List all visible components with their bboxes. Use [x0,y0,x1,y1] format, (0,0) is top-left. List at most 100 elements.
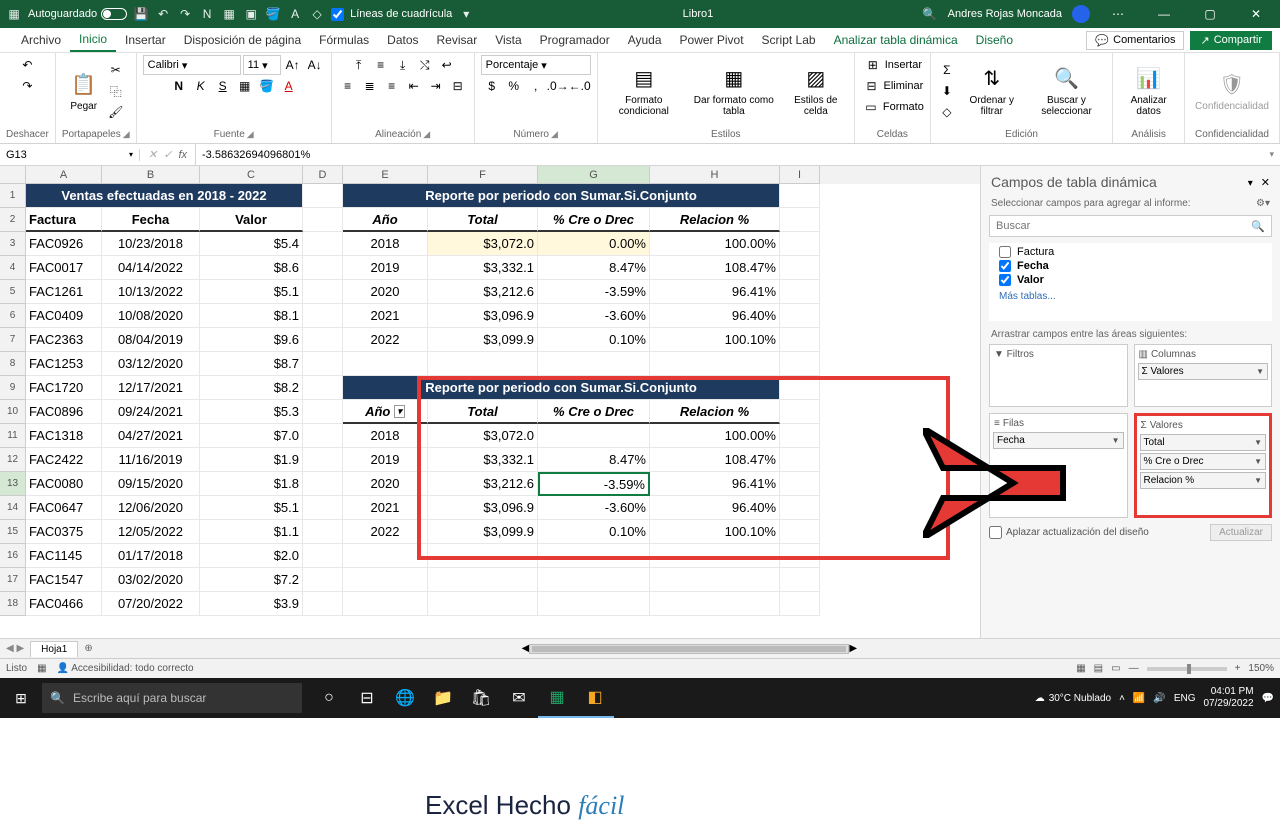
cell[interactable]: $2.0 [200,544,303,568]
delete-label[interactable]: Eliminar [884,80,924,92]
align-bottom-icon[interactable]: ⤓ [393,55,413,75]
volume-icon[interactable]: 🔊 [1153,693,1165,704]
tab-inicio[interactable]: Inicio [70,28,116,52]
cell[interactable] [650,568,780,592]
orientation-icon[interactable]: ⤭ [415,55,435,75]
cell[interactable]: $3,099.9 [428,328,538,352]
insert-label[interactable]: Insertar [885,59,922,71]
tab-revisar[interactable]: Revisar [428,29,487,51]
cell[interactable] [303,376,343,400]
launcher-icon[interactable]: ◢ [123,129,130,140]
cell[interactable]: $3,332.1 [428,448,538,472]
cell[interactable] [780,352,820,376]
cell-styles-button[interactable]: ▨Estilos de celda [784,63,848,119]
cell[interactable]: FAC2363 [26,328,102,352]
cell[interactable] [780,208,820,232]
cell[interactable]: % Cre o Drec [538,400,650,424]
format-painter-icon[interactable]: 🖌 [106,102,126,122]
cell[interactable]: Reporte por periodo con Sumar.Si.Conjunt… [343,184,780,208]
cell[interactable]: $3,072.0 [428,424,538,448]
percent-icon[interactable]: % [504,76,524,96]
avatar[interactable] [1072,5,1090,23]
cell[interactable]: 12/17/2021 [102,376,200,400]
row-header[interactable]: 1 [0,184,26,208]
cell[interactable]: FAC0466 [26,592,102,616]
cell[interactable] [303,328,343,352]
row-header[interactable]: 17 [0,568,26,592]
columns-area[interactable]: ▥ Columnas Σ Valores▼ [1134,344,1273,407]
field-checkbox[interactable] [999,260,1011,272]
cell[interactable]: $3,072.0 [428,232,538,256]
cell[interactable] [303,424,343,448]
cell[interactable]: 100.10% [650,520,780,544]
cell[interactable]: -3.60% [538,304,650,328]
cell[interactable]: 10/08/2020 [102,304,200,328]
cell[interactable]: 07/20/2022 [102,592,200,616]
cell[interactable] [780,232,820,256]
row-header[interactable]: 13 [0,472,26,496]
cell[interactable] [303,208,343,232]
shrink-font-icon[interactable]: A↓ [305,55,325,75]
cell[interactable]: 09/15/2020 [102,472,200,496]
cell[interactable] [650,544,780,568]
paste-button[interactable]: 📋Pegar [66,69,102,114]
cell[interactable] [303,304,343,328]
cell[interactable]: Ventas efectuadas en 2018 - 2022 [26,184,303,208]
cell[interactable] [303,184,343,208]
col-header[interactable]: G [538,166,650,184]
formula-input[interactable]: -3.58632694096801% [196,149,1263,161]
cell[interactable] [428,568,538,592]
cell[interactable] [303,232,343,256]
cell[interactable]: FAC0375 [26,520,102,544]
cell[interactable]: $1.9 [200,448,303,472]
cell[interactable]: Año [343,208,428,232]
tab-analizar-pivot[interactable]: Analizar tabla dinámica [825,29,967,51]
more-tables-link[interactable]: Más tablas... [999,287,1262,306]
merge-button[interactable]: ⊟ [448,76,468,96]
font-size-select[interactable]: 11▾ [243,55,281,75]
cell[interactable] [780,328,820,352]
tab-archivo[interactable]: Archivo [12,29,70,51]
number-format-select[interactable]: Porcentaje▾ [481,55,591,75]
cell[interactable]: 12/05/2022 [102,520,200,544]
name-box[interactable]: G13▾ [0,149,140,161]
delete-cells-icon[interactable]: ⊟ [862,76,882,96]
store-icon[interactable]: 🛍 [462,678,500,718]
cell[interactable]: 96.40% [650,496,780,520]
cell[interactable]: $3,096.9 [428,304,538,328]
cell[interactable]: 2018 [343,424,428,448]
cell[interactable]: 10/13/2022 [102,280,200,304]
row-header[interactable]: 3 [0,232,26,256]
cell[interactable]: 2020 [343,472,428,496]
ribbon-options-icon[interactable]: ⋯ [1100,0,1136,28]
cell[interactable] [538,352,650,376]
cell[interactable] [303,448,343,472]
cell[interactable]: $1.1 [200,520,303,544]
tray-chevron-icon[interactable]: ˄ [1119,693,1125,704]
cell[interactable]: Fecha [102,208,200,232]
cell[interactable] [780,304,820,328]
save-icon[interactable]: 💾 [133,6,149,22]
cell[interactable]: FAC1261 [26,280,102,304]
cell[interactable]: 2021 [343,496,428,520]
fill-series-icon[interactable]: ⬇ [937,81,957,101]
tab-vista[interactable]: Vista [486,29,530,51]
cell[interactable]: Relacion % [650,208,780,232]
select-all-corner[interactable] [0,166,26,184]
cell[interactable]: $3,096.9 [428,496,538,520]
cell[interactable] [303,544,343,568]
tab-diseno[interactable]: Diseño [967,29,1022,51]
cell[interactable]: $8.6 [200,256,303,280]
cell[interactable]: 108.47% [650,256,780,280]
cell[interactable]: 8.47% [538,256,650,280]
row-header[interactable]: 2 [0,208,26,232]
cell[interactable]: 03/02/2020 [102,568,200,592]
add-sheet-button[interactable]: ⊕ [78,643,98,654]
comma-icon[interactable]: , [526,76,546,96]
area-item[interactable]: Relacion %▼ [1140,472,1267,489]
camtasia-icon[interactable]: ◧ [576,678,614,718]
zoom-level[interactable]: 150% [1248,663,1274,674]
filters-area[interactable]: ▼ Filtros [989,344,1128,407]
cell[interactable] [303,496,343,520]
cell[interactable]: 2020 [343,280,428,304]
